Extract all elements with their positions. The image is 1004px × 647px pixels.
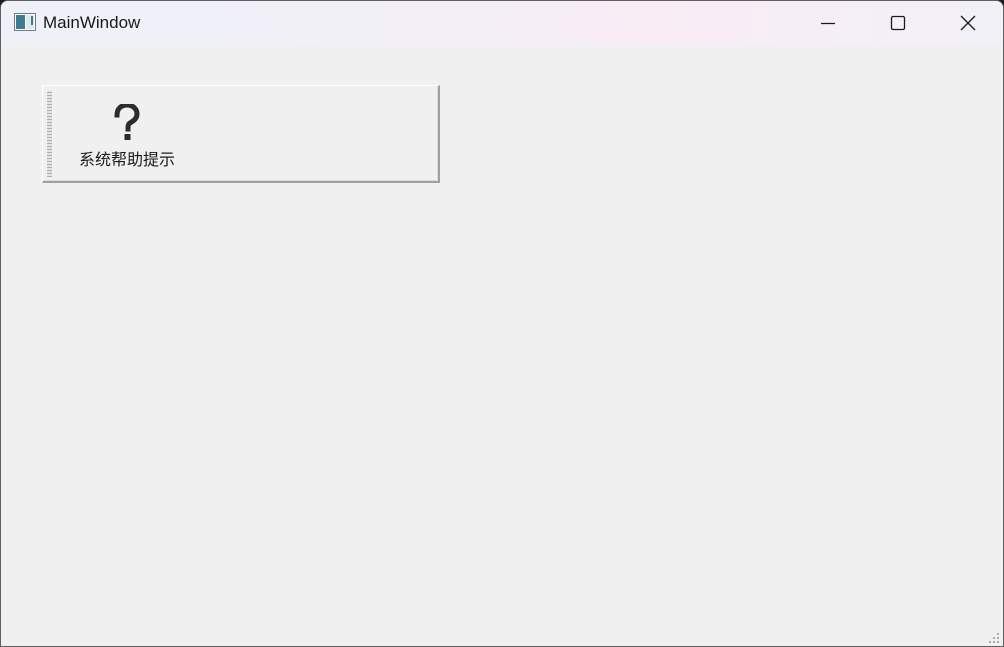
minimize-icon <box>821 22 835 25</box>
title-bar[interactable]: MainWindow <box>1 1 1003 45</box>
maximize-icon <box>890 15 906 31</box>
main-window: MainWindow 系统帮助提示 <box>0 0 1004 647</box>
close-icon <box>960 15 976 31</box>
toolbar-grip-handle[interactable] <box>47 91 52 177</box>
client-area: 系统帮助提示 <box>1 45 1003 646</box>
close-button[interactable] <box>933 1 1003 45</box>
app-window-icon <box>14 13 36 31</box>
resize-grip-icon[interactable] <box>988 632 1000 644</box>
system-help-label: 系统帮助提示 <box>78 150 175 169</box>
window-title: MainWindow <box>43 13 141 32</box>
maximize-button[interactable] <box>863 1 933 45</box>
help-question-icon <box>114 104 140 140</box>
minimize-button[interactable] <box>793 1 863 45</box>
toolbar: 系统帮助提示 <box>42 85 440 183</box>
system-help-button[interactable]: 系统帮助提示 <box>65 90 189 176</box>
